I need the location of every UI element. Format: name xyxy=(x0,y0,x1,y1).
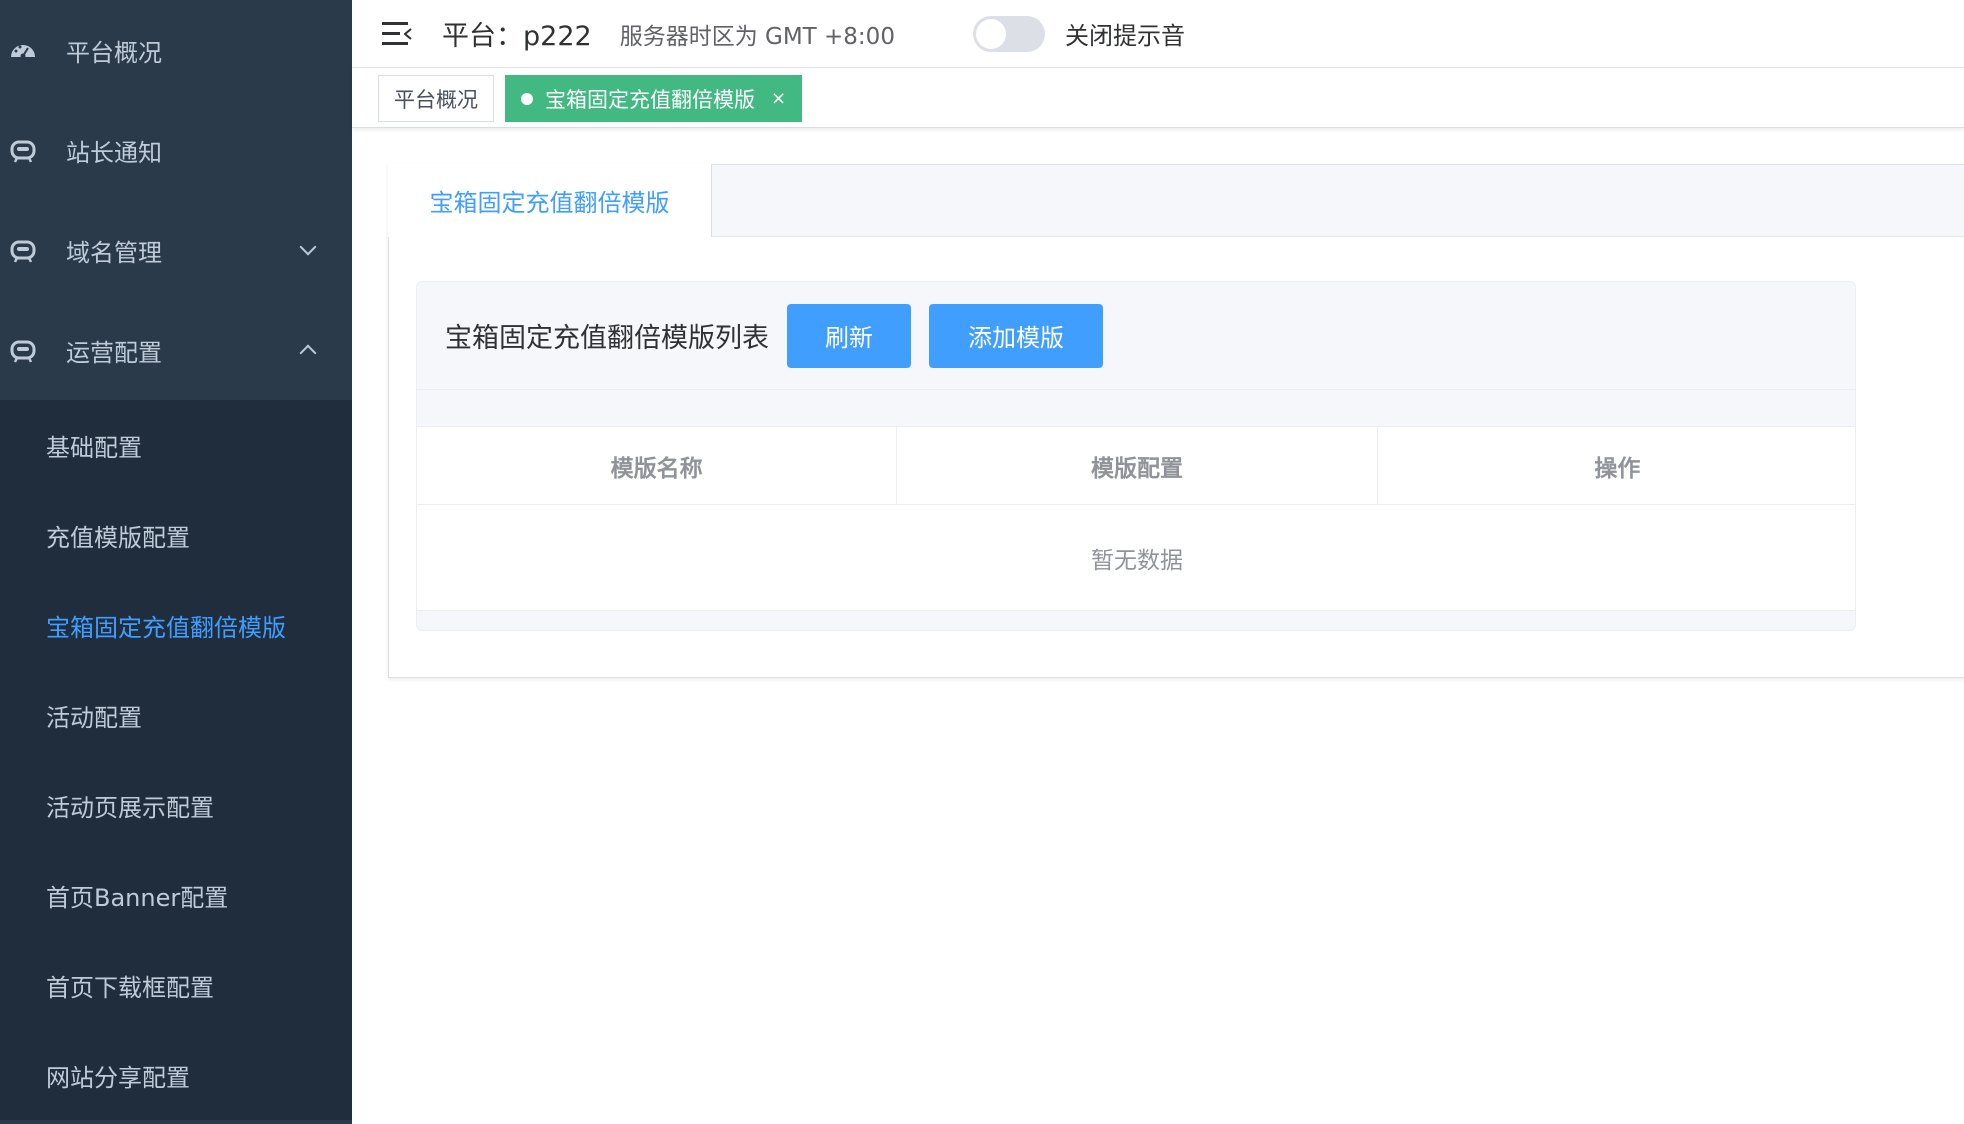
top-header: 平台：p222 服务器时区为 GMT +8:00 关闭提示音 xyxy=(352,0,1964,68)
refresh-button[interactable]: 刷新 xyxy=(787,303,911,368)
tag-label: 平台概况 xyxy=(394,87,478,112)
submenu-operation-config: 基础配置 充值模版配置 宝箱固定充值翻倍模版 活动配置 活动页展示配置 首页Ba… xyxy=(0,400,352,1120)
submenu-item-home-banner[interactable]: 首页Banner配置 xyxy=(0,850,352,940)
template-table: 模版名称 模版配置 操作 暂无数据 xyxy=(417,426,1855,611)
sound-toggle-label: 关闭提示音 xyxy=(1064,22,1185,50)
chevron-up-icon xyxy=(299,344,317,362)
menu-operation-config[interactable]: 运营配置 xyxy=(0,300,352,400)
menu-label: 域名管理 xyxy=(66,238,162,267)
robot-icon xyxy=(8,235,38,265)
tag-platform-overview[interactable]: 平台概况 xyxy=(378,75,494,122)
column-template-name: 模版名称 xyxy=(417,427,898,504)
panel-title: 宝箱固定充值翻倍模版列表 xyxy=(445,323,769,354)
template-list-panel: 宝箱固定充值翻倍模版列表 刷新 添加模版 模版名称 模版配置 操作 暂无数据 xyxy=(416,281,1856,631)
active-dot-icon xyxy=(521,92,533,105)
tags-view: 平台概况 宝箱固定充值翻倍模版 × xyxy=(352,68,1964,128)
column-actions: 操作 xyxy=(1594,455,1641,482)
table-header: 模版名称 模版配置 操作 xyxy=(417,427,1855,505)
tag-label: 宝箱固定充值翻倍模版 xyxy=(545,87,755,112)
submenu-item-activity-page-display[interactable]: 活动页展示配置 xyxy=(0,760,352,850)
menu-domain-management[interactable]: 域名管理 xyxy=(0,200,352,300)
main-card: 宝箱固定充值翻倍模版 宝箱固定充值翻倍模版列表 刷新 添加模版 模版名称 模版配… xyxy=(388,164,1964,678)
sound-toggle[interactable] xyxy=(972,15,1045,52)
submenu-item-basic-config[interactable]: 基础配置 xyxy=(0,400,352,490)
column-template-config: 模版配置 xyxy=(897,427,1378,504)
dashboard-icon xyxy=(8,35,38,65)
robot-icon xyxy=(8,135,38,165)
menu-platform-overview[interactable]: 平台概况 xyxy=(0,0,352,100)
robot-icon xyxy=(8,335,38,365)
close-icon[interactable]: × xyxy=(771,88,786,109)
submenu-item-site-share[interactable]: 网站分享配置 xyxy=(0,1030,352,1120)
server-timezone: 服务器时区为 GMT +8:00 xyxy=(619,23,895,50)
menu-label: 平台概况 xyxy=(66,38,162,67)
menu-webmaster-notice[interactable]: 站长通知 xyxy=(0,100,352,200)
toggle-knob xyxy=(975,18,1006,49)
empty-state-text: 暂无数据 xyxy=(417,505,1855,611)
add-template-button[interactable]: 添加模版 xyxy=(929,303,1103,368)
menu-label: 站长通知 xyxy=(66,138,162,167)
sidebar: 平台概况 站长通知 域名管理 运营配置 基础配置 充值模版配置 宝箱固定充值翻倍… xyxy=(0,0,352,1124)
chevron-down-icon xyxy=(299,238,317,256)
submenu-item-chest-double-template[interactable]: 宝箱固定充值翻倍模版 xyxy=(0,580,352,670)
menu-label: 运营配置 xyxy=(66,338,162,367)
tab-chest-double-template[interactable]: 宝箱固定充值翻倍模版 xyxy=(388,164,712,237)
submenu-item-home-download-box[interactable]: 首页下载框配置 xyxy=(0,940,352,1030)
submenu-item-activity-config[interactable]: 活动配置 xyxy=(0,670,352,760)
tag-chest-double-template[interactable]: 宝箱固定充值翻倍模版 × xyxy=(505,75,803,122)
submenu-item-recharge-template[interactable]: 充值模版配置 xyxy=(0,490,352,580)
card-tabs: 宝箱固定充值翻倍模版 xyxy=(388,164,1964,237)
panel-header: 宝箱固定充值翻倍模版列表 刷新 添加模版 xyxy=(417,282,1855,390)
platform-name: 平台：p222 xyxy=(442,21,592,52)
hamburger-menu-icon[interactable] xyxy=(382,20,412,48)
